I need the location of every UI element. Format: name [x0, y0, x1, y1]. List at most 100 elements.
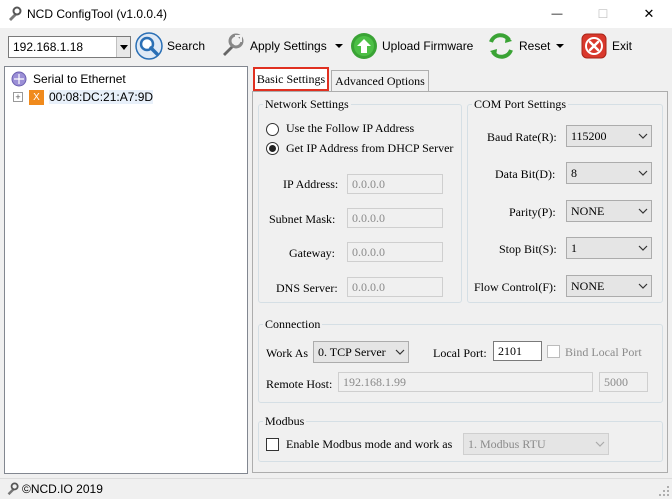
data-bit-value: 8	[571, 165, 577, 180]
chevron-down-icon[interactable]	[553, 42, 567, 50]
work-as-select[interactable]: 0. TCP Server	[313, 341, 409, 363]
minimize-icon: —	[551, 8, 563, 20]
ip-address-field[interactable]: 0.0.0.0	[347, 174, 443, 194]
chevron-down-icon	[635, 133, 651, 139]
device-badge-icon: X	[29, 89, 44, 105]
copyright-text: ©NCD.IO 2019	[22, 482, 103, 496]
remote-port-field[interactable]: 5000	[599, 372, 648, 392]
flow-control-label: Flow Control(F):	[474, 280, 557, 294]
ip-address-label: IP Address:	[283, 177, 339, 191]
stop-bit-value: 1	[571, 240, 577, 255]
network-icon	[11, 71, 27, 87]
search-button[interactable]: Search	[135, 31, 205, 61]
tab-panel: Network Settings Use the Follow IP Addre…	[252, 91, 668, 473]
upload-firmware-button[interactable]: Upload Firmware	[350, 31, 473, 61]
connection-legend: Connection	[265, 317, 321, 331]
local-port-value: 2101	[498, 343, 522, 358]
tab-advanced-options[interactable]: Advanced Options	[331, 70, 429, 92]
chevron-down-icon	[635, 245, 651, 251]
expand-icon[interactable]: +	[13, 92, 23, 102]
subnet-mask-label: Subnet Mask:	[269, 212, 336, 226]
stop-bit-label: Stop Bit(S):	[499, 242, 557, 256]
exit-label: Exit	[612, 39, 633, 53]
app-icon	[9, 6, 22, 21]
baud-rate-value: 115200	[571, 128, 607, 143]
gateway-label: Gateway:	[289, 246, 335, 260]
reset-icon	[489, 33, 513, 59]
gateway-field[interactable]: 0.0.0.0	[347, 242, 443, 262]
network-settings-legend: Network Settings	[265, 97, 349, 111]
bind-local-port-label: Bind Local Port	[565, 345, 642, 359]
work-as-value: 0. TCP Server	[318, 344, 386, 359]
tab-advanced-label: Advanced Options	[335, 74, 425, 88]
exit-button[interactable]: Exit	[580, 31, 632, 61]
baud-rate-label: Baud Rate(R):	[487, 130, 557, 144]
chevron-down-icon	[635, 170, 651, 176]
flow-control-value: NONE	[571, 278, 605, 293]
close-icon: ✕	[643, 6, 655, 21]
parity-label: Parity(P):	[509, 205, 556, 219]
dns-server-label: DNS Server:	[276, 281, 338, 295]
remote-host-value: 192.168.1.99	[343, 374, 406, 389]
exit-icon	[581, 33, 607, 59]
dns-server-field[interactable]: 0.0.0.0	[347, 277, 443, 297]
ip-address-value: 192.168.1.18	[13, 40, 84, 54]
remote-host-label: Remote Host:	[266, 377, 333, 391]
parity-value: NONE	[571, 203, 605, 218]
dhcp-label[interactable]: Get IP Address from DHCP Server	[286, 141, 453, 156]
enable-modbus-label[interactable]: Enable Modbus mode and work as	[286, 437, 452, 452]
window-title: NCD ConfigTool (v1.0.0.4)	[27, 7, 168, 21]
tree-root[interactable]: Serial to Ethernet	[5, 70, 247, 88]
upload-firmware-label: Upload Firmware	[382, 39, 474, 53]
chevron-down-icon[interactable]	[331, 42, 347, 50]
flow-control-select[interactable]: NONE	[566, 275, 652, 297]
tab-basic-label: Basic Settings	[256, 71, 326, 86]
local-port-label: Local Port:	[433, 346, 487, 360]
chevron-down-icon[interactable]	[116, 37, 130, 57]
upload-icon	[351, 33, 377, 59]
close-button[interactable]: ✕	[626, 0, 672, 28]
apply-settings-label: Apply Settings	[250, 39, 327, 53]
tree-device-item[interactable]: + X 00:08:DC:21:A7:9D	[5, 88, 247, 106]
remote-host-field[interactable]: 192.168.1.99	[338, 372, 593, 392]
search-icon	[135, 32, 163, 60]
work-as-label: Work As	[266, 346, 309, 360]
title-bar: NCD ConfigTool (v1.0.0.4) — ☐ ✕	[0, 0, 672, 28]
parity-select[interactable]: NONE	[566, 200, 652, 222]
enable-modbus-checkbox[interactable]	[266, 438, 279, 451]
data-bit-select[interactable]: 8	[566, 162, 652, 184]
dns-server-value: 0.0.0.0	[352, 279, 385, 294]
app-icon	[7, 482, 19, 496]
ip-address-field-value: 0.0.0.0	[352, 176, 385, 191]
apply-settings-button[interactable]: Apply Settings	[218, 31, 347, 61]
modbus-legend: Modbus	[265, 414, 305, 428]
tab-basic-settings[interactable]: Basic Settings	[253, 67, 329, 91]
wrench-icon	[223, 33, 244, 56]
minimize-button[interactable]: —	[534, 0, 580, 28]
chevron-down-icon	[635, 283, 651, 289]
com-port-legend: COM Port Settings	[474, 97, 567, 111]
tree-root-label: Serial to Ethernet	[33, 72, 126, 86]
reset-label: Reset	[519, 39, 551, 53]
subnet-mask-value: 0.0.0.0	[352, 210, 385, 225]
modbus-mode-select[interactable]: 1. Modbus RTU	[463, 433, 609, 455]
static-ip-radio[interactable]	[266, 123, 279, 136]
stop-bit-select[interactable]: 1	[566, 237, 652, 259]
chevron-down-icon	[592, 441, 608, 447]
device-mac-label: 00:08:DC:21:A7:9D	[49, 90, 154, 104]
maximize-button[interactable]: ☐	[580, 0, 626, 28]
ip-address-combo[interactable]: 192.168.1.18	[8, 36, 131, 58]
reset-button[interactable]: Reset	[487, 31, 567, 61]
data-bit-label: Data Bit(D):	[495, 167, 556, 181]
bind-local-port-checkbox[interactable]	[547, 345, 560, 358]
static-ip-label[interactable]: Use the Follow IP Address	[286, 121, 414, 136]
chevron-down-icon	[635, 208, 651, 214]
chevron-down-icon	[392, 349, 408, 355]
local-port-field[interactable]: 2101	[493, 341, 542, 361]
dhcp-radio[interactable]	[266, 142, 279, 155]
baud-rate-select[interactable]: 115200	[566, 125, 652, 147]
device-tree[interactable]: Serial to Ethernet + X 00:08:DC:21:A7:9D	[4, 66, 248, 474]
resize-grip-icon[interactable]	[658, 485, 670, 497]
subnet-mask-field[interactable]: 0.0.0.0	[347, 208, 443, 228]
search-label: Search	[167, 39, 206, 53]
